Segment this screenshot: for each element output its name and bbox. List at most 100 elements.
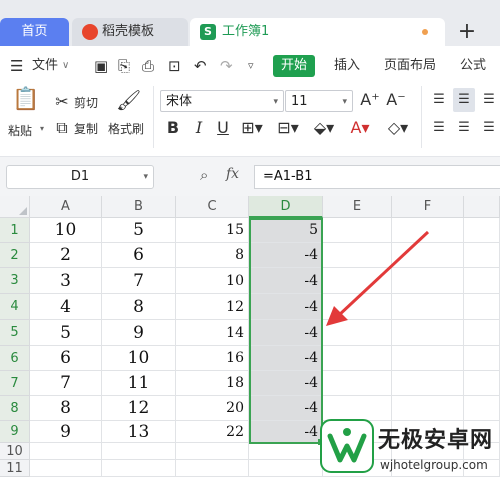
- row-header-6[interactable]: 6: [0, 346, 30, 371]
- row-header-3[interactable]: 3: [0, 268, 30, 294]
- copy-icon[interactable]: ⧉: [54, 118, 70, 138]
- cell-g1[interactable]: [464, 218, 500, 243]
- shrink-font-icon[interactable]: A⁻: [386, 90, 406, 110]
- format-painter-button[interactable]: 格式刷: [108, 120, 144, 137]
- cell-a4[interactable]: 4: [30, 294, 102, 320]
- font-size-select[interactable]: 11 ▾: [285, 90, 353, 112]
- underline-button[interactable]: U: [214, 118, 232, 138]
- column-header-g[interactable]: [464, 196, 500, 218]
- cell-a5[interactable]: 5: [30, 320, 102, 346]
- cell-d6[interactable]: -4: [249, 346, 323, 371]
- cell-d1[interactable]: 5: [249, 218, 323, 243]
- row-header-9[interactable]: 9: [0, 421, 30, 443]
- font-name-select[interactable]: 宋体 ▾: [160, 90, 284, 112]
- italic-button[interactable]: I: [190, 118, 208, 138]
- cell-e6[interactable]: [323, 346, 392, 371]
- print-icon[interactable]: ⎙: [142, 46, 154, 86]
- cell-g3[interactable]: [464, 268, 500, 294]
- export-icon[interactable]: ⎘: [118, 46, 130, 86]
- bold-button[interactable]: B: [164, 118, 182, 138]
- cell-g6[interactable]: [464, 346, 500, 371]
- column-header-a[interactable]: A: [30, 196, 102, 218]
- tab-workbook[interactable]: S 工作簿1: [190, 18, 445, 46]
- paste-dropdown-icon[interactable]: ▾: [40, 124, 44, 133]
- redo-icon[interactable]: ↷: [220, 46, 233, 86]
- cell-a7[interactable]: 7: [30, 371, 102, 396]
- more-dropdown-icon[interactable]: ▿: [248, 46, 254, 86]
- fill-color-icon[interactable]: ⬙▾: [312, 118, 336, 138]
- cell-e7[interactable]: [323, 371, 392, 396]
- grow-font-icon[interactable]: A⁺: [360, 90, 380, 110]
- align-bottom-icon[interactable]: ☰: [480, 90, 498, 110]
- cell-a8[interactable]: 8: [30, 396, 102, 421]
- cell-c9[interactable]: 22: [176, 421, 249, 443]
- cell-b6[interactable]: 10: [102, 346, 176, 371]
- zoom-search-icon[interactable]: ⌕: [200, 166, 208, 184]
- cell-a9[interactable]: 9: [30, 421, 102, 443]
- paste-button[interactable]: 粘贴: [8, 122, 32, 139]
- align-middle-icon[interactable]: ☰: [453, 88, 475, 112]
- cell-f6[interactable]: [392, 346, 464, 371]
- cell-b4[interactable]: 8: [102, 294, 176, 320]
- menu-page-layout[interactable]: 页面布局: [384, 46, 436, 86]
- cell-c11[interactable]: [176, 460, 249, 477]
- align-right-icon[interactable]: ☰: [480, 118, 498, 138]
- cell-b7[interactable]: 11: [102, 371, 176, 396]
- column-header-d[interactable]: D: [249, 196, 323, 218]
- cell-a1[interactable]: 10: [30, 218, 102, 243]
- copy-button[interactable]: 复制: [74, 120, 98, 137]
- menu-start[interactable]: 开始: [273, 55, 315, 77]
- new-tab-button[interactable]: +: [452, 18, 482, 46]
- align-left-icon[interactable]: ☰: [430, 118, 448, 138]
- cell-a3[interactable]: 3: [30, 268, 102, 294]
- merge-icon[interactable]: ⊟▾: [276, 118, 300, 138]
- column-header-f[interactable]: F: [392, 196, 464, 218]
- border-icon[interactable]: ⊞▾: [240, 118, 264, 138]
- select-all-corner[interactable]: [0, 196, 30, 218]
- cell-d4[interactable]: -4: [249, 294, 323, 320]
- cut-icon[interactable]: ✂: [54, 92, 70, 112]
- row-header-11[interactable]: 11: [0, 460, 30, 477]
- row-header-8[interactable]: 8: [0, 396, 30, 421]
- menu-insert[interactable]: 插入: [334, 46, 360, 86]
- cell-c6[interactable]: 16: [176, 346, 249, 371]
- font-color-icon[interactable]: A▾: [348, 118, 372, 138]
- cell-g4[interactable]: [464, 294, 500, 320]
- cell-d7[interactable]: -4: [249, 371, 323, 396]
- cell-g7[interactable]: [464, 371, 500, 396]
- cell-b9[interactable]: 13: [102, 421, 176, 443]
- cell-d11[interactable]: [249, 460, 323, 477]
- column-header-c[interactable]: C: [176, 196, 249, 218]
- row-header-2[interactable]: 2: [0, 243, 30, 268]
- row-header-4[interactable]: 4: [0, 294, 30, 320]
- cell-d5[interactable]: -4: [249, 320, 323, 346]
- row-header-7[interactable]: 7: [0, 371, 30, 396]
- chevron-down-icon[interactable]: ∨: [62, 46, 69, 86]
- cell-b3[interactable]: 7: [102, 268, 176, 294]
- cell-c5[interactable]: 14: [176, 320, 249, 346]
- cell-c10[interactable]: [176, 443, 249, 460]
- cell-g5[interactable]: [464, 320, 500, 346]
- cell-a6[interactable]: 6: [30, 346, 102, 371]
- menu-file[interactable]: 文件: [32, 46, 58, 86]
- cell-a11[interactable]: [30, 460, 102, 477]
- cut-button[interactable]: 剪切: [74, 94, 98, 111]
- cell-c7[interactable]: 18: [176, 371, 249, 396]
- align-center-icon[interactable]: ☰: [455, 118, 473, 138]
- format-painter-icon[interactable]: 🖌: [116, 90, 141, 110]
- cell-a2[interactable]: 2: [30, 243, 102, 268]
- cell-b11[interactable]: [102, 460, 176, 477]
- undo-icon[interactable]: ↶: [194, 46, 207, 86]
- clear-format-icon[interactable]: ◇▾: [386, 118, 410, 138]
- cell-a10[interactable]: [30, 443, 102, 460]
- hamburger-icon[interactable]: ☰: [10, 46, 23, 86]
- cell-b5[interactable]: 9: [102, 320, 176, 346]
- row-header-10[interactable]: 10: [0, 443, 30, 460]
- paste-icon[interactable]: 📋: [12, 89, 39, 111]
- column-header-b[interactable]: B: [102, 196, 176, 218]
- cell-c3[interactable]: 10: [176, 268, 249, 294]
- cell-b10[interactable]: [102, 443, 176, 460]
- row-header-5[interactable]: 5: [0, 320, 30, 346]
- tab-home[interactable]: 首页: [0, 18, 69, 46]
- menu-formula[interactable]: 公式: [460, 46, 486, 86]
